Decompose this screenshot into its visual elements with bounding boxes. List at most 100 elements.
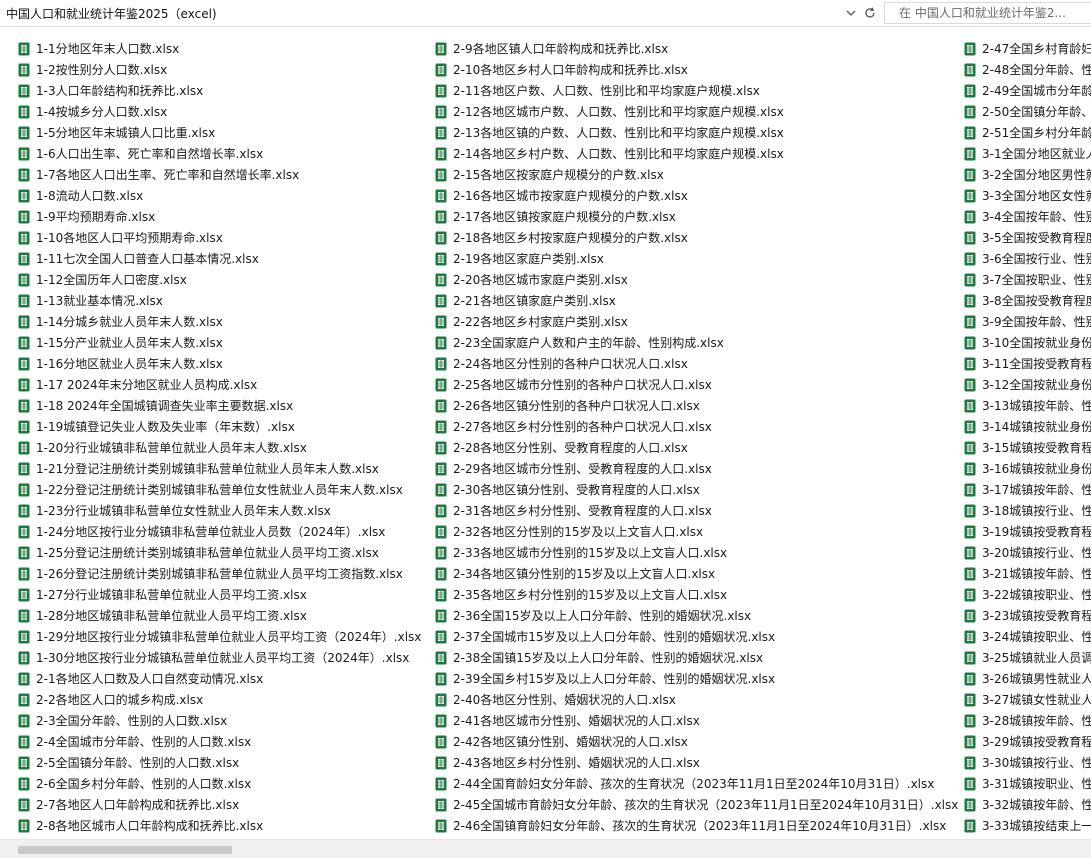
file-item[interactable]: 2-10各地区乡村人口年龄构成和抚养比.xlsx	[435, 59, 958, 80]
file-item[interactable]: 2-38全国镇15岁及以上人口分年龄、性别的婚姻状况.xlsx	[435, 647, 958, 668]
file-item[interactable]: 3-26城镇男性就业人	[964, 668, 1091, 689]
file-item[interactable]: 3-28城镇按年龄、性	[964, 710, 1091, 731]
file-item[interactable]: 3-25城镇就业人员调	[964, 647, 1091, 668]
file-item[interactable]: 3-30城镇按行业、性	[964, 752, 1091, 773]
file-item[interactable]: 2-18各地区乡村按家庭户规模分的户数.xlsx	[435, 227, 958, 248]
file-item[interactable]: 1-28分地区城镇非私营单位就业人员平均工资.xlsx	[18, 605, 421, 626]
file-item[interactable]: 2-41各地区城市分性别、婚姻状况的人口.xlsx	[435, 710, 958, 731]
file-item[interactable]: 2-30各地区镇分性别、受教育程度的人口.xlsx	[435, 479, 958, 500]
file-item[interactable]: 1-2按性别分人口数.xlsx	[18, 59, 421, 80]
file-item[interactable]: 2-19各地区家庭户类别.xlsx	[435, 248, 958, 269]
file-item[interactable]: 2-6全国乡村分年龄、性别的人口数.xlsx	[18, 773, 421, 794]
file-item[interactable]: 2-29各地区城市分性别、受教育程度的人口.xlsx	[435, 458, 958, 479]
file-item[interactable]: 2-3全国分年龄、性别的人口数.xlsx	[18, 710, 421, 731]
refresh-icon[interactable]	[861, 4, 879, 22]
file-item[interactable]: 3-4全国按年龄、性别	[964, 206, 1091, 227]
file-item[interactable]: 1-6人口出生率、死亡率和自然增长率.xlsx	[18, 143, 421, 164]
file-item[interactable]: 3-13城镇按年龄、性	[964, 395, 1091, 416]
file-item[interactable]: 2-16各地区城市按家庭户规模分的户数.xlsx	[435, 185, 958, 206]
file-item[interactable]: 1-27分行业城镇非私营单位就业人员平均工资.xlsx	[18, 584, 421, 605]
file-item[interactable]: 3-16城镇按就业身份	[964, 458, 1091, 479]
file-item[interactable]: 2-12各地区城市户数、人口数、性别比和平均家庭户规模.xlsx	[435, 101, 958, 122]
file-item[interactable]: 1-23分行业城镇非私营单位女性就业人员年末人数.xlsx	[18, 500, 421, 521]
file-item[interactable]: 2-22各地区乡村家庭户类别.xlsx	[435, 311, 958, 332]
file-item[interactable]: 3-20城镇按行业、性	[964, 542, 1091, 563]
file-item[interactable]: 1-10各地区人口平均预期寿命.xlsx	[18, 227, 421, 248]
address-path[interactable]: 中国人口和就业统计年鉴2025（excel)	[6, 5, 217, 22]
file-item[interactable]: 2-28各地区分性别、受教育程度的人口.xlsx	[435, 437, 958, 458]
file-item[interactable]: 1-29分地区按行业分城镇非私营单位就业人员平均工资（2024年）.xlsx	[18, 626, 421, 647]
file-item[interactable]: 3-23城镇按受教育程	[964, 605, 1091, 626]
file-item[interactable]: 2-8各地区城市人口年龄构成和抚养比.xlsx	[18, 815, 421, 836]
file-item[interactable]: 3-12全国按就业身份	[964, 374, 1091, 395]
file-item[interactable]: 2-48全国分年龄、性	[964, 59, 1091, 80]
file-item[interactable]: 2-46全国镇育龄妇女分年龄、孩次的生育状况（2023年11月1日至2024年1…	[435, 815, 958, 836]
file-item[interactable]: 1-3人口年龄结构和抚养比.xlsx	[18, 80, 421, 101]
file-item[interactable]: 3-7全国按职业、性别	[964, 269, 1091, 290]
file-item[interactable]: 2-44全国育龄妇女分年龄、孩次的生育状况（2023年11月1日至2024年10…	[435, 773, 958, 794]
file-item[interactable]: 1-7各地区人口出生率、死亡率和自然增长率.xlsx	[18, 164, 421, 185]
search-input[interactable]	[884, 2, 1091, 24]
file-item[interactable]: 3-29城镇按受教育程	[964, 731, 1091, 752]
file-item[interactable]: 2-40各地区分性别、婚姻状况的人口.xlsx	[435, 689, 958, 710]
file-item[interactable]: 2-36全国15岁及以上人口分年龄、性别的婚姻状况.xlsx	[435, 605, 958, 626]
file-item[interactable]: 3-14城镇按就业身份	[964, 416, 1091, 437]
file-item[interactable]: 2-7各地区人口年龄构成和抚养比.xlsx	[18, 794, 421, 815]
file-item[interactable]: 1-4按城乡分人口数.xlsx	[18, 101, 421, 122]
file-item[interactable]: 3-15城镇按受教育程	[964, 437, 1091, 458]
file-item[interactable]: 3-8全国按受教育程度	[964, 290, 1091, 311]
file-item[interactable]: 1-16分地区就业人员年末人数.xlsx	[18, 353, 421, 374]
file-item[interactable]: 3-33城镇按结束上一	[964, 815, 1091, 836]
file-item[interactable]: 1-14分城乡就业人员年末人数.xlsx	[18, 311, 421, 332]
file-item[interactable]: 2-1各地区人口数及人口自然变动情况.xlsx	[18, 668, 421, 689]
file-item[interactable]: 1-18 2024年全国城镇调查失业率主要数据.xlsx	[18, 395, 421, 416]
file-item[interactable]: 1-12全国历年人口密度.xlsx	[18, 269, 421, 290]
horizontal-scrollbar[interactable]	[0, 839, 1091, 858]
file-item[interactable]: 2-4全国城市分年龄、性别的人口数.xlsx	[18, 731, 421, 752]
file-item[interactable]: 2-14各地区乡村户数、人口数、性别比和平均家庭户规模.xlsx	[435, 143, 958, 164]
file-item[interactable]: 2-9各地区镇人口年龄构成和抚养比.xlsx	[435, 38, 958, 59]
file-item[interactable]: 2-15各地区按家庭户规模分的户数.xlsx	[435, 164, 958, 185]
file-item[interactable]: 2-37全国城市15岁及以上人口分年龄、性别的婚姻状况.xlsx	[435, 626, 958, 647]
file-item[interactable]: 2-27各地区乡村分性别的各种户口状况人口.xlsx	[435, 416, 958, 437]
file-item[interactable]: 1-22分登记注册统计类别城镇非私营单位女性就业人员年末人数.xlsx	[18, 479, 421, 500]
file-item[interactable]: 2-21各地区镇家庭户类别.xlsx	[435, 290, 958, 311]
file-item[interactable]: 1-19城镇登记失业人数及失业率（年末数）.xlsx	[18, 416, 421, 437]
file-item[interactable]: 3-3全国分地区女性就	[964, 185, 1091, 206]
file-item[interactable]: 3-10全国按就业身份	[964, 332, 1091, 353]
file-item[interactable]: 3-22城镇按职业、性	[964, 584, 1091, 605]
file-item[interactable]: 3-21城镇按年龄、性	[964, 563, 1091, 584]
file-item[interactable]: 1-8流动人口数.xlsx	[18, 185, 421, 206]
file-item[interactable]: 1-15分产业就业人员年末人数.xlsx	[18, 332, 421, 353]
file-item[interactable]: 1-17 2024年末分地区就业人员构成.xlsx	[18, 374, 421, 395]
file-item[interactable]: 2-2各地区人口的城乡构成.xlsx	[18, 689, 421, 710]
file-item[interactable]: 3-9全国按年龄、性别	[964, 311, 1091, 332]
file-item[interactable]: 2-45全国城市育龄妇女分年龄、孩次的生育状况（2023年11月1日至2024年…	[435, 794, 958, 815]
file-item[interactable]: 2-17各地区镇按家庭户规模分的户数.xlsx	[435, 206, 958, 227]
chevron-down-icon[interactable]	[843, 4, 859, 22]
file-item[interactable]: 2-35各地区乡村分性别的15岁及以上文盲人口.xlsx	[435, 584, 958, 605]
file-item[interactable]: 3-11全国按受教育程	[964, 353, 1091, 374]
file-item[interactable]: 1-24分地区按行业分城镇非私营单位就业人员数（2024年）.xlsx	[18, 521, 421, 542]
file-item[interactable]: 3-32城镇按年龄、性	[964, 794, 1091, 815]
file-item[interactable]: 2-25各地区城市分性别的各种户口状况人口.xlsx	[435, 374, 958, 395]
file-item[interactable]: 3-1全国分地区就业人	[964, 143, 1091, 164]
file-item[interactable]: 2-20各地区城市家庭户类别.xlsx	[435, 269, 958, 290]
file-item[interactable]: 2-42各地区镇分性别、婚姻状况的人口.xlsx	[435, 731, 958, 752]
file-item[interactable]: 3-2全国分地区男性就	[964, 164, 1091, 185]
file-item[interactable]: 2-47全国乡村育龄妇	[964, 38, 1091, 59]
file-item[interactable]: 1-1分地区年末人口数.xlsx	[18, 38, 421, 59]
file-item[interactable]: 3-31城镇按职业、性	[964, 773, 1091, 794]
file-item[interactable]: 3-17城镇按年龄、性	[964, 479, 1091, 500]
file-item[interactable]: 2-34各地区镇分性别的15岁及以上文盲人口.xlsx	[435, 563, 958, 584]
file-item[interactable]: 3-19城镇按受教育程	[964, 521, 1091, 542]
file-item[interactable]: 1-20分行业城镇非私营单位就业人员年末人数.xlsx	[18, 437, 421, 458]
file-item[interactable]: 2-26各地区镇分性别的各种户口状况人口.xlsx	[435, 395, 958, 416]
file-item[interactable]: 2-51全国乡村分年龄	[964, 122, 1091, 143]
file-item[interactable]: 2-23全国家庭户人数和户主的年龄、性别构成.xlsx	[435, 332, 958, 353]
file-item[interactable]: 3-27城镇女性就业人	[964, 689, 1091, 710]
file-item[interactable]: 2-39全国乡村15岁及以上人口分年龄、性别的婚姻状况.xlsx	[435, 668, 958, 689]
file-item[interactable]: 2-49全国城市分年龄	[964, 80, 1091, 101]
file-item[interactable]: 2-50全国镇分年龄、	[964, 101, 1091, 122]
file-item[interactable]: 1-30分地区按行业分城镇私营单位就业人员平均工资（2024年）.xlsx	[18, 647, 421, 668]
